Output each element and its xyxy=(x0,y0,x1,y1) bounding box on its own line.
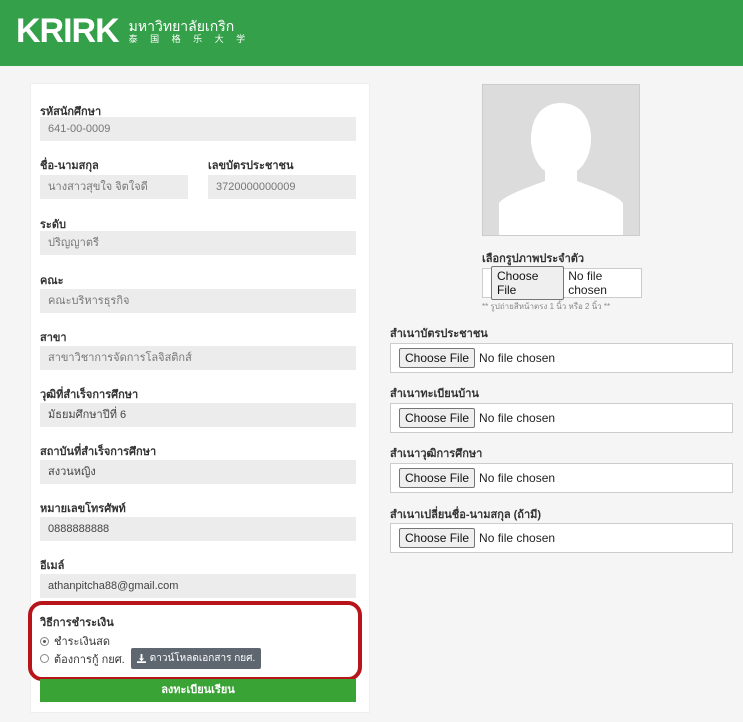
logo-name-th: มหาวิทยาลัยเกริก xyxy=(128,17,235,34)
id-card-file-status: No file chosen xyxy=(479,351,556,365)
id-card-choose-file-button[interactable]: Choose File xyxy=(399,348,476,368)
phone-label: หมายเลขโทรศัพท์ xyxy=(40,503,126,515)
education-field[interactable]: มัธยมศึกษาปีที่ 6 xyxy=(40,403,356,427)
education-label: วุฒิที่สำเร็จการศึกษา xyxy=(40,389,139,401)
payment-option-loan[interactable]: ต้องการกู้ กยศ. ดาวน์โหลดเอกสาร กยศ. xyxy=(40,648,262,669)
download-icon xyxy=(136,654,146,663)
photo-choose-file-button[interactable]: Choose File xyxy=(491,266,565,300)
full-name-field[interactable]: นางสาวสุขใจ จิตใจดี xyxy=(40,175,188,199)
email-label: อีเมล์ xyxy=(40,560,65,572)
radio-cash[interactable] xyxy=(40,636,49,646)
name-change-file-status: No file chosen xyxy=(479,531,556,545)
photo-file-input[interactable]: Choose File No file chosen xyxy=(482,266,642,300)
institution-label: สถาบันที่สำเร็จการศึกษา xyxy=(40,446,157,458)
photo-upload-label: เลือกรูปภาพประจำตัว xyxy=(482,253,585,265)
payment-option-loan-label: ต้องการกู้ กยศ. xyxy=(54,653,125,666)
photo-hint: ** รูปถ่ายสีหน้าตรง 1 นิ้ว หรือ 2 นิ้ว *… xyxy=(482,302,611,311)
photo-file-status: No file chosen xyxy=(568,269,607,297)
id-card-label: สำเนาบัตรประชาชน xyxy=(390,328,488,340)
house-reg-choose-file-button[interactable]: Choose File xyxy=(399,408,476,428)
house-reg-file-input[interactable]: Choose File No file chosen xyxy=(390,403,733,433)
profile-photo-placeholder xyxy=(482,84,640,236)
avatar-silhouette-icon xyxy=(483,85,639,235)
transcript-label: สำเนาวุฒิการศึกษา xyxy=(390,448,483,460)
full-name-label: ชื่อ-นามสกุล xyxy=(40,160,99,172)
logo-subtitle: มหาวิทยาลัยเกริก 泰 国 格 乐 大 学 xyxy=(129,18,251,45)
major-field[interactable]: สาขาวิชาการจัดการโลจิสติกส์ xyxy=(40,346,356,370)
payment-method-label: วิธีการชำระเงิน xyxy=(40,617,114,629)
register-button[interactable]: ลงทะเบียนเรียน xyxy=(40,679,356,702)
university-logo[interactable]: KRIRK มหาวิทยาลัยเกริก 泰 国 格 乐 大 学 xyxy=(16,14,250,48)
radio-loan[interactable] xyxy=(40,654,49,663)
download-loan-docs-button[interactable]: ดาวน์โหลดเอกสาร กยศ. xyxy=(130,648,262,669)
institution-field[interactable]: สงวนหญิง xyxy=(40,460,356,484)
logo-text: KRIRK xyxy=(16,12,120,50)
national-id-field[interactable]: 3720000000009 xyxy=(208,175,356,199)
name-change-choose-file-button[interactable]: Choose File xyxy=(399,528,476,548)
house-reg-file-status: No file chosen xyxy=(479,411,556,425)
faculty-label: คณะ xyxy=(40,275,64,287)
major-label: สาขา xyxy=(40,332,67,344)
student-id-field[interactable]: 641-00-0009 xyxy=(40,117,356,141)
id-card-file-input[interactable]: Choose File No file chosen xyxy=(390,343,733,373)
name-change-label: สำเนาเปลี่ยนชื่อ-นามสกุล (ถ้ามี) xyxy=(390,509,542,521)
house-reg-label: สำเนาทะเบียนบ้าน xyxy=(390,388,479,400)
faculty-field[interactable]: คณะบริหารธุรกิจ xyxy=(40,289,356,313)
email-field[interactable]: athanpitcha88@gmail.com xyxy=(40,574,356,598)
download-loan-docs-label: ดาวน์โหลดเอกสาร กยศ. xyxy=(149,653,256,664)
transcript-choose-file-button[interactable]: Choose File xyxy=(399,468,476,488)
transcript-file-input[interactable]: Choose File No file chosen xyxy=(390,463,733,493)
transcript-file-status: No file chosen xyxy=(479,471,556,485)
header-bar: KRIRK มหาวิทยาลัยเกริก 泰 国 格 乐 大 学 xyxy=(0,0,743,66)
logo-name-cn: 泰 国 格 乐 大 学 xyxy=(128,33,251,44)
name-change-file-input[interactable]: Choose File No file chosen xyxy=(390,523,733,553)
level-field[interactable]: ปริญญาตรี xyxy=(40,231,356,255)
phone-field[interactable]: 0888888888 xyxy=(40,517,356,541)
national-id-label: เลขบัตรประชาชน xyxy=(208,160,294,172)
